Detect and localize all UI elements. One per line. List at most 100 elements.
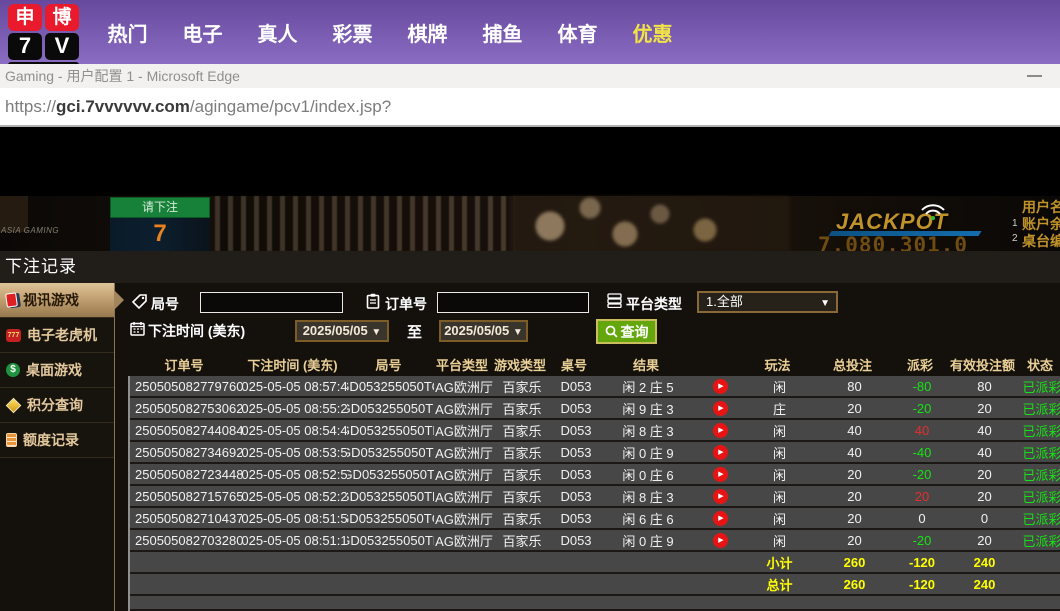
cell-payout: -20: [897, 464, 947, 484]
nav-tab[interactable]: 棋牌: [390, 18, 465, 47]
search-button[interactable]: 查询: [596, 319, 657, 344]
tag-icon: [132, 294, 147, 309]
play-icon[interactable]: [713, 467, 728, 482]
sidebar-item[interactable]: 电子老虎机: [0, 318, 114, 353]
bet-records-table: 订单号下注时间 (美东)局号平台类型游戏类型桌号结果玩法总投注派彩有效投注额状态…: [128, 352, 1060, 611]
cell-status: 已派彩: [1022, 420, 1060, 440]
cell-total-bet: 40: [812, 420, 897, 440]
cell-platform: AG欧洲厅: [434, 442, 494, 462]
quota-icon: [6, 433, 17, 447]
subtotal-valid-bet: 240: [947, 552, 1022, 572]
site-nav: 申 博 7 V com 热门电子真人彩票棋牌捕鱼体育优惠: [0, 0, 1060, 64]
search-icon: [605, 325, 618, 338]
cell-status: 已派彩: [1022, 486, 1060, 506]
sidebar-item[interactable]: 额度记录: [0, 423, 114, 458]
cell-result: 闲 0 庄 9: [602, 530, 694, 550]
date-from-select[interactable]: 2025/05/05: [295, 320, 389, 342]
records-content: 局号 订单号 平台类型 1.全部 下注时间 (美东) 2025/05/05 至: [115, 283, 1060, 611]
table-row: 250505082744084 2025-05-05 08:54:40 GD05…: [130, 420, 1060, 442]
cell-round-no: GD053255050TO: [347, 376, 434, 396]
cell-bet-time: 2025-05-05 08:52:20: [242, 486, 347, 506]
countdown-value: 7: [110, 218, 210, 251]
cell-platform: AG欧洲厅: [434, 508, 494, 528]
table-header-row: 订单号下注时间 (美东)局号平台类型游戏类型桌号结果玩法总投注派彩有效投注额状态: [128, 352, 1060, 376]
site-logo[interactable]: 申 博 7 V com: [8, 4, 82, 64]
video-decoration: [510, 196, 790, 251]
cell-game-type: 百家乐: [494, 376, 550, 396]
cell-bet-on: 闲: [747, 486, 812, 506]
table-header-cell: 局号: [345, 352, 432, 376]
sidebar-item-label: 桌面游戏: [26, 360, 82, 380]
bet-prompt: 请下注: [110, 197, 210, 218]
cell-total-bet: 20: [812, 508, 897, 528]
round-input[interactable]: [200, 292, 343, 313]
cell-table-no: D053: [550, 486, 602, 506]
play-icon[interactable]: [713, 379, 728, 394]
play-icon[interactable]: [713, 401, 728, 416]
nav-tab[interactable]: 热门: [90, 18, 165, 47]
play-icon[interactable]: [713, 533, 728, 548]
play-icon[interactable]: [713, 489, 728, 504]
table-header-cell: 结果: [600, 352, 692, 376]
cell-bet-on: 闲: [747, 376, 812, 396]
cell-table-no: D053: [550, 420, 602, 440]
cell-valid-bet: 0: [947, 508, 1022, 528]
cell-result: 闲 0 庄 9: [602, 442, 694, 462]
video-decoration: [215, 196, 515, 251]
sidebar-item-label: 额度记录: [23, 430, 79, 450]
sidebar-item[interactable]: 桌面游戏: [0, 353, 114, 388]
table-header-cell: 订单号: [128, 352, 240, 376]
sidebar-item[interactable]: 积分查询: [0, 388, 114, 423]
cell-valid-bet: 80: [947, 376, 1022, 396]
play-icon[interactable]: [713, 423, 728, 438]
logo-tile: V: [45, 33, 79, 60]
live-video-area: ASIA GAMING 请下注 7 JACKPOT 7,080,301.0 12…: [0, 127, 1060, 251]
cell-platform: AG欧洲厅: [434, 486, 494, 506]
user-info-labels: 用户名称账户余额桌台编号: [1022, 199, 1060, 250]
table-header-cell: 游戏类型: [492, 352, 548, 376]
order-input[interactable]: [437, 292, 589, 313]
nav-tab[interactable]: 优惠: [615, 18, 690, 47]
logo-com: com: [8, 62, 79, 64]
search-button-label: 查询: [621, 322, 649, 342]
play-icon[interactable]: [713, 511, 728, 526]
table-body: 250505082779760 2025-05-05 08:57:41 GD05…: [128, 376, 1060, 611]
cell-payout: 20: [897, 486, 947, 506]
date-to-select[interactable]: 2025/05/05: [439, 320, 528, 342]
sidebar-item-label: 电子老虎机: [27, 325, 97, 345]
cell-status: 已派彩: [1022, 398, 1060, 418]
platform-selected-value: 1.全部: [706, 294, 743, 309]
nav-tab[interactable]: 体育: [540, 18, 615, 47]
platform-select[interactable]: 1.全部: [697, 291, 838, 313]
cell-order-no: 250505082723448: [130, 464, 242, 484]
cell-bet-time: 2025-05-05 08:55:26: [242, 398, 347, 418]
nav-tab[interactable]: 电子: [165, 18, 240, 47]
cell-bet-on: 闲: [747, 420, 812, 440]
empty-row: [130, 596, 1060, 611]
cell-result: 闲 0 庄 6: [602, 464, 694, 484]
points-icon: [6, 397, 22, 413]
cell-bet-time: 2025-05-05 08:52:59: [242, 464, 347, 484]
nav-tab[interactable]: 彩票: [315, 18, 390, 47]
cell-table-no: D053: [550, 376, 602, 396]
nav-tab[interactable]: 捕鱼: [465, 18, 540, 47]
total-valid-bet: 240: [947, 574, 1022, 594]
minimize-icon[interactable]: [1027, 75, 1042, 77]
cell-order-no: 250505082734692: [130, 442, 242, 462]
main-panel: 视讯游戏 电子老虎机 桌面游戏 积分查询 额度记录 局号: [0, 283, 1060, 611]
table-header-cell: 派彩: [895, 352, 945, 376]
cell-total-bet: 20: [812, 486, 897, 506]
order-label: 订单号: [385, 294, 427, 314]
url-bar[interactable]: https://gci.7vvvvvv.com/agingame/pcv1/in…: [0, 88, 1060, 127]
sidebar-item[interactable]: 视讯游戏: [0, 283, 114, 318]
cell-status: 已派彩: [1022, 530, 1060, 550]
cell-payout: -20: [897, 398, 947, 418]
nav-tab[interactable]: 真人: [240, 18, 315, 47]
logo-badge: 博: [45, 4, 79, 31]
subtotal-label: 小计: [747, 552, 812, 572]
total-row: 总计 260 -120 240: [130, 574, 1060, 596]
cell-valid-bet: 40: [947, 442, 1022, 462]
subtotal-payout: -120: [897, 552, 947, 572]
play-icon[interactable]: [713, 445, 728, 460]
cell-bet-time: 2025-05-05 08:51:56: [242, 508, 347, 528]
